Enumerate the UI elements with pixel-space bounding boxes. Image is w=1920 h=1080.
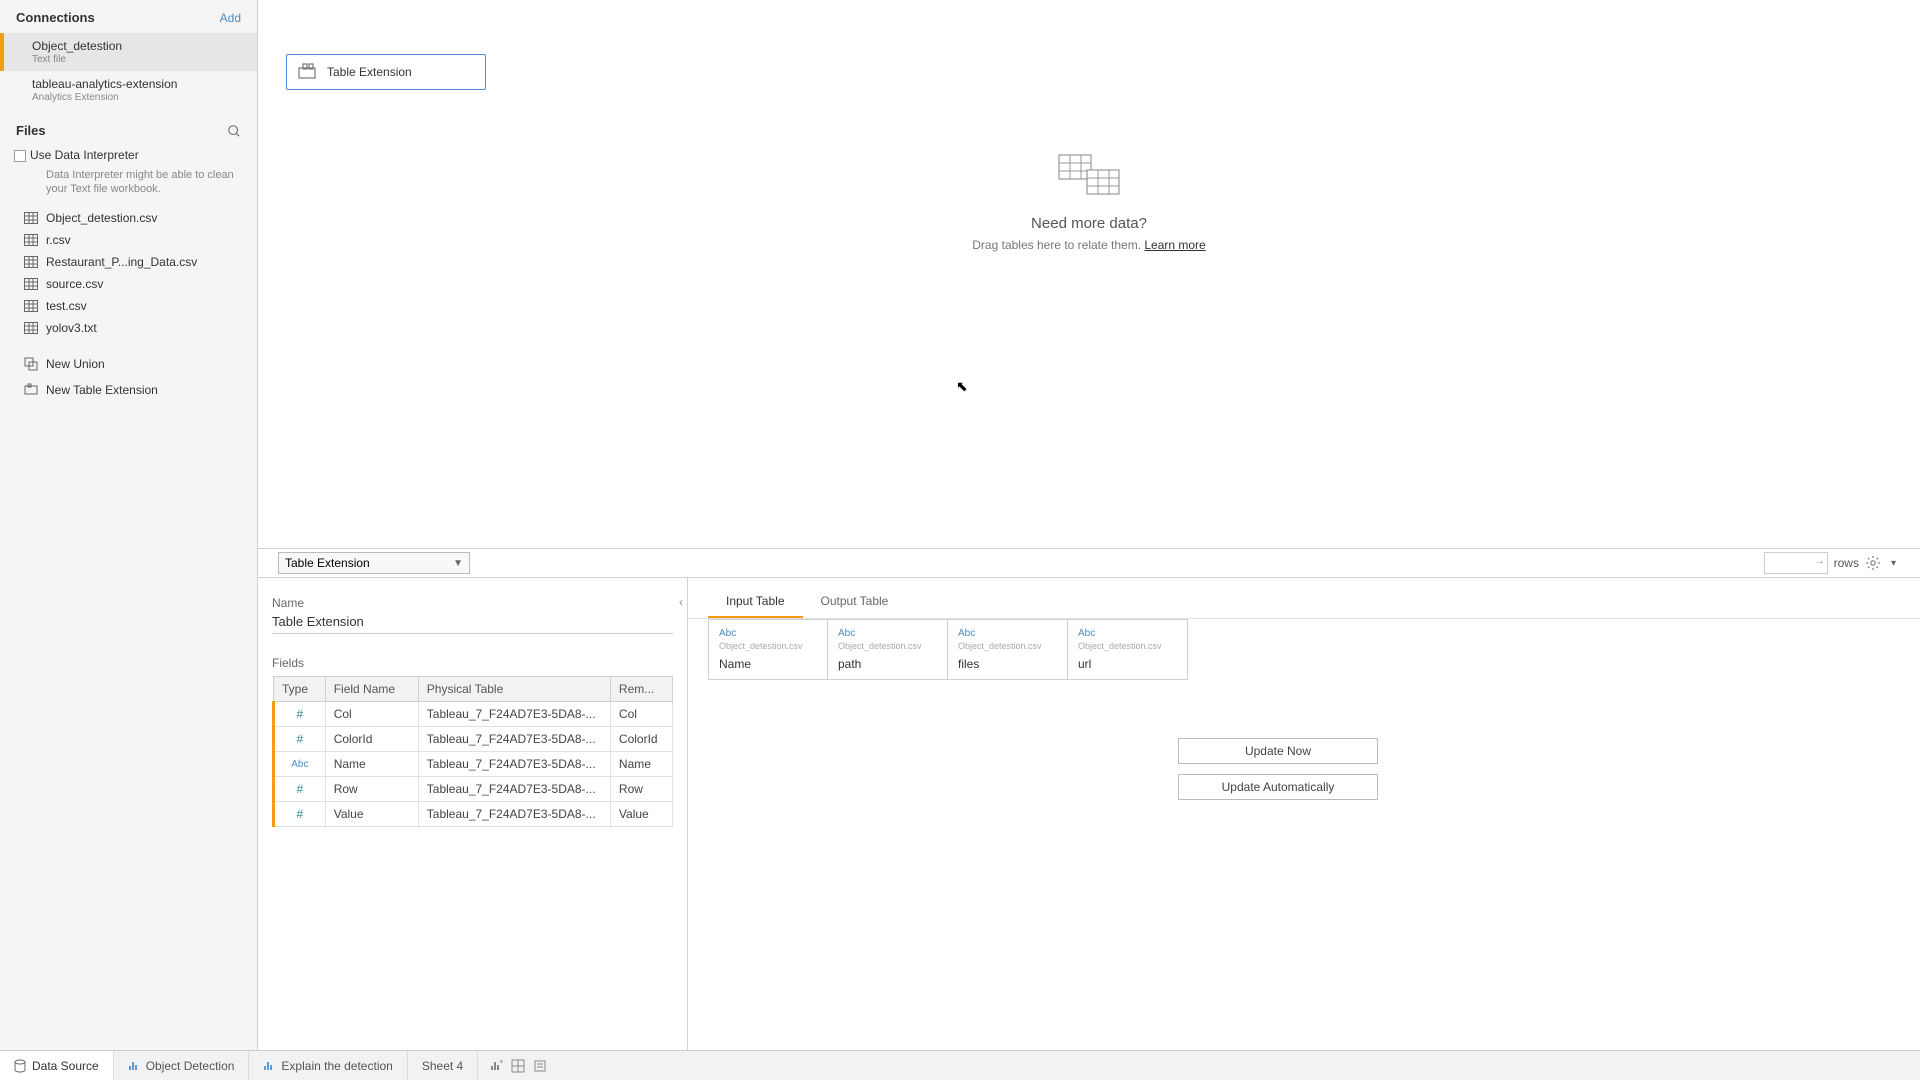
arrow-right-icon: → [1815,556,1825,567]
table-row[interactable]: #ValueTableau_7_F24AD7E3-5DA8-...Value [274,802,673,827]
table-icon [24,300,38,312]
chevron-down-icon[interactable]: ▾ [1887,558,1900,569]
chevron-down-icon: ▼ [453,558,463,569]
worksheet-icon [263,1060,275,1072]
search-icon[interactable] [227,124,241,138]
checkbox-icon [14,150,26,162]
col-field[interactable]: Field Name [325,677,418,702]
add-connection-link[interactable]: Add [220,11,241,25]
empty-text: Drag tables here to relate them. [972,238,1144,252]
col-type[interactable]: Type [274,677,326,702]
new-story-icon[interactable] [530,1056,550,1076]
files-title: Files [16,123,46,138]
tab-sheet[interactable]: Sheet 4 [408,1051,478,1080]
canvas-empty-state: Need more data? Drag tables here to rela… [258,150,1920,252]
io-column[interactable]: AbcObject_detestion.csvfiles [948,619,1068,680]
datasource-toolbar: Table Extension ▼ → rows ▾ [258,548,1920,578]
connection-name: tableau-analytics-extension [32,77,247,91]
fields-label: Fields [272,656,673,670]
col-remote[interactable]: Rem... [610,677,672,702]
sheet-tabs-strip: Data Source Object Detection Explain the… [0,1050,1920,1080]
file-item[interactable]: source.csv [0,273,257,295]
file-item[interactable]: r.csv [0,229,257,251]
connection-type: Analytics Extension [32,92,247,103]
worksheet-icon [128,1060,140,1072]
name-label: Name [272,596,673,610]
table-icon [24,234,38,246]
rows-label: rows [1834,556,1859,570]
main-area: Table Extension Need more data? Drag tab… [258,0,1920,1050]
table-icon [24,212,38,224]
io-column[interactable]: AbcObject_detestion.csvurl [1068,619,1188,680]
new-worksheet-icon[interactable]: + [486,1056,506,1076]
update-now-button[interactable]: Update Now [1178,738,1378,764]
io-column[interactable]: AbcObject_detestion.csvpath [828,619,948,680]
pill-label: Table Extension [327,65,412,79]
tab-output-table[interactable]: Output Table [803,588,907,618]
detail-panel: Name Table Extension Fields Type Field N… [258,578,1920,1050]
cursor-icon: ⬉ [956,378,968,395]
connection-name: Object_detestion [32,39,247,53]
data-interpreter-note: Data Interpreter might be able to clean … [0,168,257,207]
connections-title: Connections [16,10,95,25]
datasource-select[interactable]: Table Extension ▼ [278,552,470,574]
fields-table: Type Field Name Physical Table Rem... #C… [272,676,673,827]
io-panel: ‹ Input Table Output Table AbcObject_det… [688,578,1920,1050]
file-item[interactable]: Object_detestion.csv [0,207,257,229]
table-row[interactable]: AbcNameTableau_7_F24AD7E3-5DA8-...Name [274,752,673,777]
new-table-extension-action[interactable]: New Table Extension [0,377,257,403]
table-row[interactable]: #RowTableau_7_F24AD7E3-5DA8-...Row [274,777,673,802]
connection-type: Text file [32,54,247,65]
file-item[interactable]: Restaurant_P...ing_Data.csv [0,251,257,273]
connection-item-analytics-extension[interactable]: tableau-analytics-extension Analytics Ex… [0,71,257,109]
tab-sheet[interactable]: Explain the detection [249,1051,407,1080]
sidebar: Connections Add Object_detestion Text fi… [0,0,258,1050]
table-row[interactable]: #ColTableau_7_F24AD7E3-5DA8-...Col [274,702,673,727]
collapse-chevron-icon[interactable]: ‹ [674,592,688,612]
fields-panel: Name Table Extension Fields Type Field N… [258,578,688,1050]
input-columns: AbcObject_detestion.csvName AbcObject_de… [688,619,1920,680]
union-icon [24,357,38,371]
table-icon [24,322,38,334]
new-dashboard-icon[interactable] [508,1056,528,1076]
tables-illustration-icon [1049,150,1129,200]
svg-text:+: + [499,1059,503,1066]
table-row[interactable]: #ColorIdTableau_7_F24AD7E3-5DA8-...Color… [274,727,673,752]
gear-icon[interactable] [1865,555,1881,571]
extension-icon [297,62,317,82]
col-table[interactable]: Physical Table [418,677,610,702]
empty-title: Need more data? [258,215,1920,232]
file-item[interactable]: test.csv [0,295,257,317]
table-icon [24,278,38,290]
table-extension-pill[interactable]: Table Extension [286,54,486,90]
learn-more-link[interactable]: Learn more [1144,238,1205,252]
new-union-action[interactable]: New Union [0,351,257,377]
tab-data-source[interactable]: Data Source [0,1051,114,1080]
connection-item-object-detestion[interactable]: Object_detestion Text file [0,33,257,71]
tab-sheet[interactable]: Object Detection [114,1051,250,1080]
rows-input[interactable]: → [1764,552,1828,574]
name-value[interactable]: Table Extension [272,614,673,634]
data-interpreter-checkbox[interactable]: Use Data Interpreter [0,144,257,168]
io-column[interactable]: AbcObject_detestion.csvName [708,619,828,680]
update-automatically-button[interactable]: Update Automatically [1178,774,1378,800]
file-item[interactable]: yolov3.txt [0,317,257,339]
tab-input-table[interactable]: Input Table [708,588,803,618]
table-icon [24,256,38,268]
extension-icon [24,383,38,397]
datasource-icon [14,1059,26,1073]
